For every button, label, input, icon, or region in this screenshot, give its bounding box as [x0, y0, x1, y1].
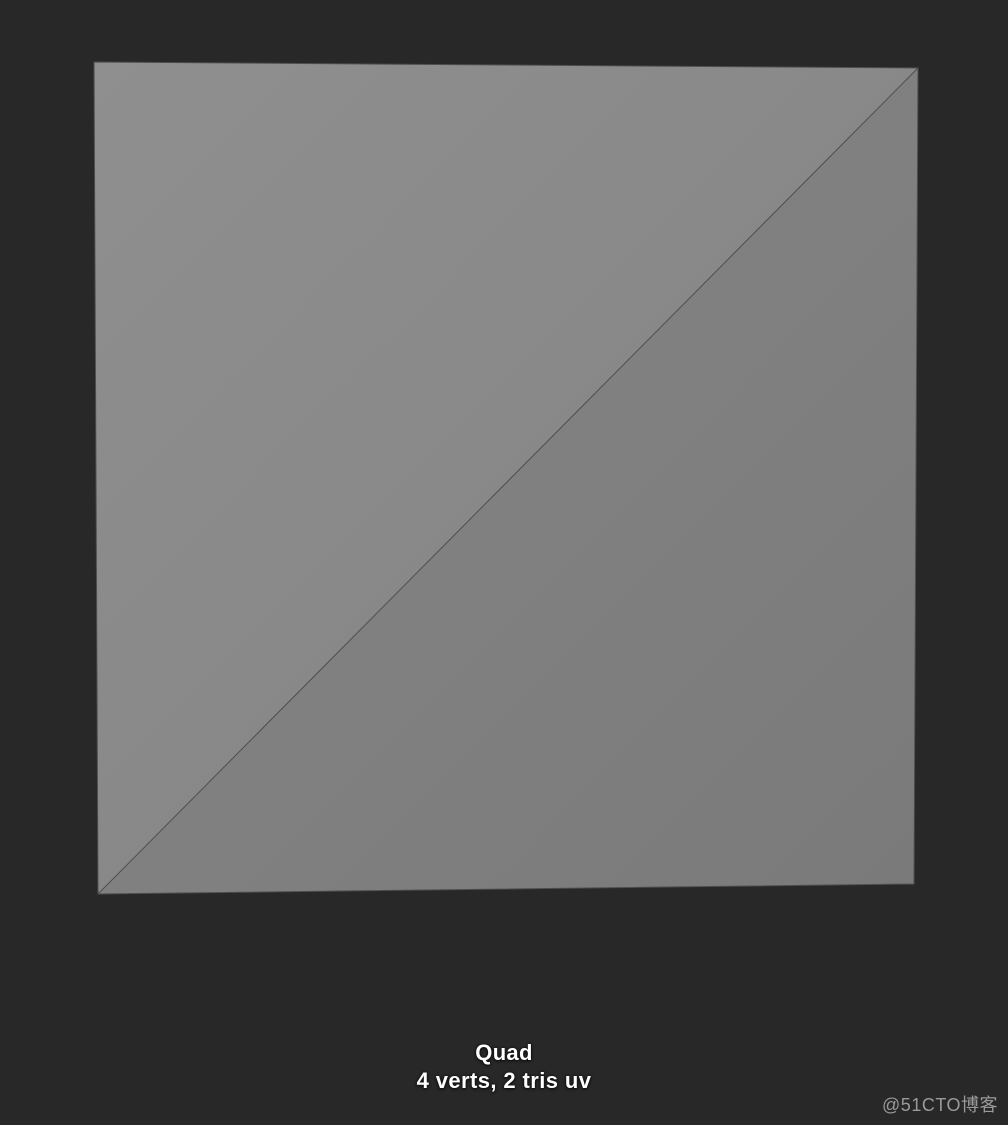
mesh-preview-viewport[interactable]: Quad 4 verts, 2 tris uv @51CTO博客: [0, 0, 1008, 1125]
mesh-wireframe-svg: [90, 58, 922, 896]
mesh-name-label: Quad: [0, 1040, 1008, 1066]
mesh-quad: [90, 58, 922, 896]
watermark-label: @51CTO博客: [882, 1091, 998, 1117]
mesh-stats-label: 4 verts, 2 tris uv: [0, 1068, 1008, 1094]
